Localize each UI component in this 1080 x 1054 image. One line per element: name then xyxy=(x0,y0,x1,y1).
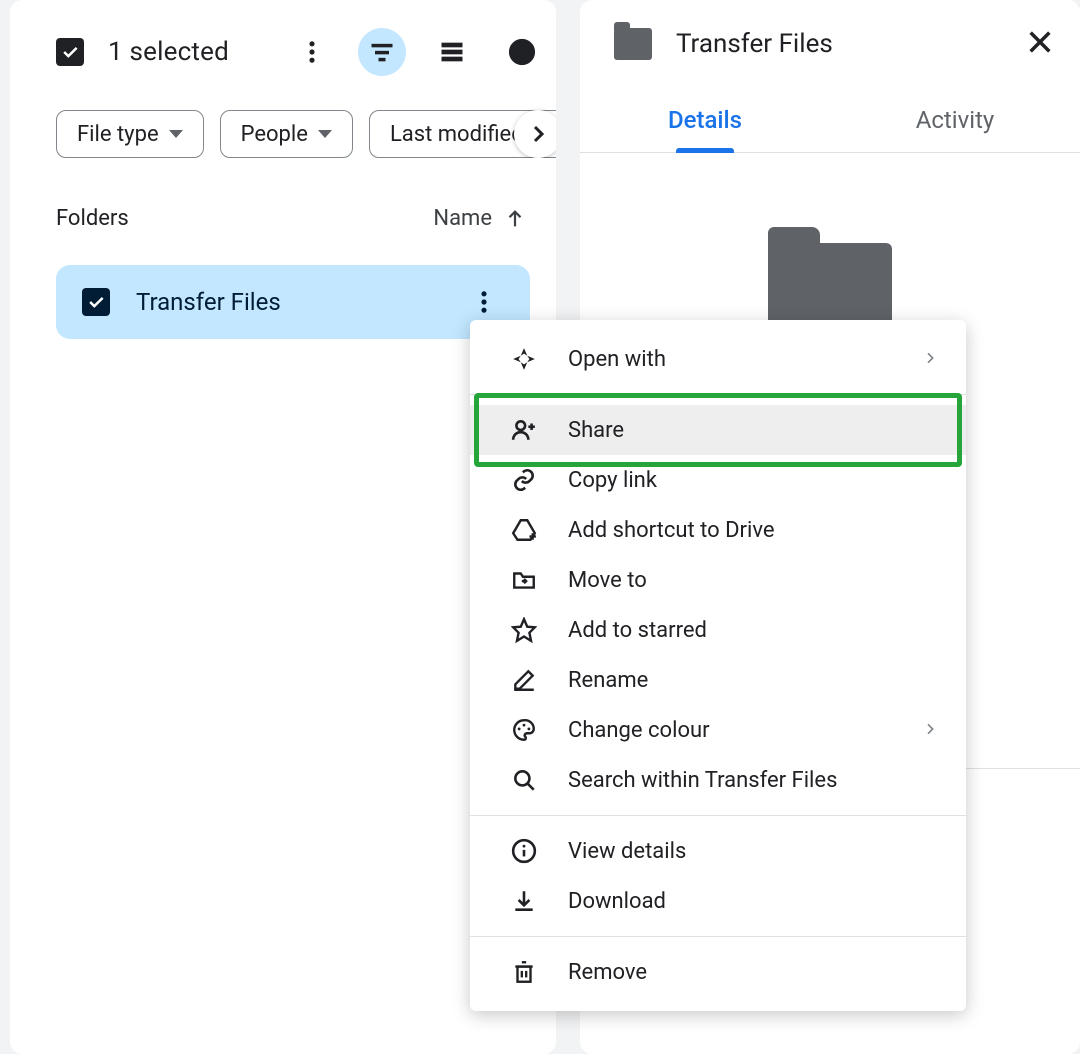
sort-by-name[interactable]: Name xyxy=(433,206,526,231)
menu-add-starred[interactable]: Add to starred xyxy=(470,605,966,655)
chip-people[interactable]: People xyxy=(220,110,353,158)
menu-label: Download xyxy=(568,889,666,914)
selection-toolbar: 1 selected xyxy=(10,28,556,76)
details-preview xyxy=(580,153,1080,341)
filter-button[interactable] xyxy=(358,28,406,76)
details-title: Transfer Files xyxy=(676,29,1002,59)
pencil-icon xyxy=(510,667,538,693)
arrow-up-icon xyxy=(504,208,526,230)
context-menu: Open with Share Copy link Add shortcut t… xyxy=(470,320,966,1011)
folders-section-label: Folders xyxy=(56,206,129,231)
selection-count: 1 selected xyxy=(108,37,229,67)
tab-details[interactable]: Details xyxy=(580,106,830,152)
palette-icon xyxy=(510,717,538,743)
menu-separator xyxy=(470,815,966,816)
column-header: Folders Name xyxy=(10,158,556,231)
menu-label: Add to starred xyxy=(568,618,707,643)
chip-label: People xyxy=(241,122,308,147)
link-icon xyxy=(510,467,538,493)
menu-move-to[interactable]: Move to xyxy=(470,555,966,605)
select-all-checkbox[interactable] xyxy=(56,38,84,66)
details-tabs: Details Activity xyxy=(580,106,1080,153)
star-icon xyxy=(510,617,538,643)
menu-label: View details xyxy=(568,839,686,864)
chevron-right-icon xyxy=(922,718,938,743)
menu-view-details[interactable]: View details xyxy=(470,826,966,876)
menu-open-with[interactable]: Open with xyxy=(470,334,966,384)
menu-separator xyxy=(470,936,966,937)
chevron-down-icon xyxy=(318,130,332,138)
menu-copy-link[interactable]: Copy link xyxy=(470,455,966,505)
folder-move-icon xyxy=(510,567,538,593)
menu-label: Remove xyxy=(568,960,647,985)
menu-add-shortcut[interactable]: Add shortcut to Drive xyxy=(470,505,966,555)
menu-search-within[interactable]: Search within Transfer Files xyxy=(470,755,966,805)
tab-activity[interactable]: Activity xyxy=(830,106,1080,152)
close-details-button[interactable] xyxy=(1026,28,1054,60)
chip-label: Last modified xyxy=(390,122,524,147)
chip-label: File type xyxy=(77,122,159,147)
row-checkbox[interactable] xyxy=(82,288,110,316)
menu-remove[interactable]: Remove xyxy=(470,947,966,997)
search-icon xyxy=(510,767,538,793)
menu-label: Add shortcut to Drive xyxy=(568,518,775,543)
menu-label: Copy link xyxy=(568,468,657,493)
details-header: Transfer Files xyxy=(580,0,1080,60)
sort-label: Name xyxy=(433,206,492,231)
info-icon xyxy=(510,838,538,864)
chevron-right-icon xyxy=(922,347,938,372)
person-add-icon xyxy=(510,417,538,443)
menu-label: Open with xyxy=(568,347,666,372)
menu-separator xyxy=(470,394,966,395)
chevron-down-icon xyxy=(169,130,183,138)
menu-share[interactable]: Share xyxy=(470,405,966,455)
open-with-icon xyxy=(510,346,538,372)
trash-icon xyxy=(510,959,538,985)
menu-change-colour[interactable]: Change colour xyxy=(470,705,966,755)
folder-icon xyxy=(614,28,652,60)
menu-download[interactable]: Download xyxy=(470,876,966,926)
menu-label: Search within Transfer Files xyxy=(568,768,837,793)
menu-label: Move to xyxy=(568,568,647,593)
folder-name: Transfer Files xyxy=(136,288,281,316)
menu-rename[interactable]: Rename xyxy=(470,655,966,705)
row-more-button[interactable] xyxy=(460,278,508,326)
chip-scroll-right-button[interactable] xyxy=(514,110,556,158)
view-list-button[interactable] xyxy=(428,28,476,76)
more-actions-button[interactable] xyxy=(288,28,336,76)
menu-label: Rename xyxy=(568,668,648,693)
menu-label: Share xyxy=(568,418,624,443)
filter-chip-row: File type People Last modified xyxy=(10,76,556,158)
menu-label: Change colour xyxy=(568,718,710,743)
folder-row-transfer-files[interactable]: Transfer Files xyxy=(56,265,530,339)
download-icon xyxy=(510,888,538,914)
chip-file-type[interactable]: File type xyxy=(56,110,204,158)
drive-shortcut-icon xyxy=(510,517,538,543)
info-button[interactable] xyxy=(498,28,546,76)
